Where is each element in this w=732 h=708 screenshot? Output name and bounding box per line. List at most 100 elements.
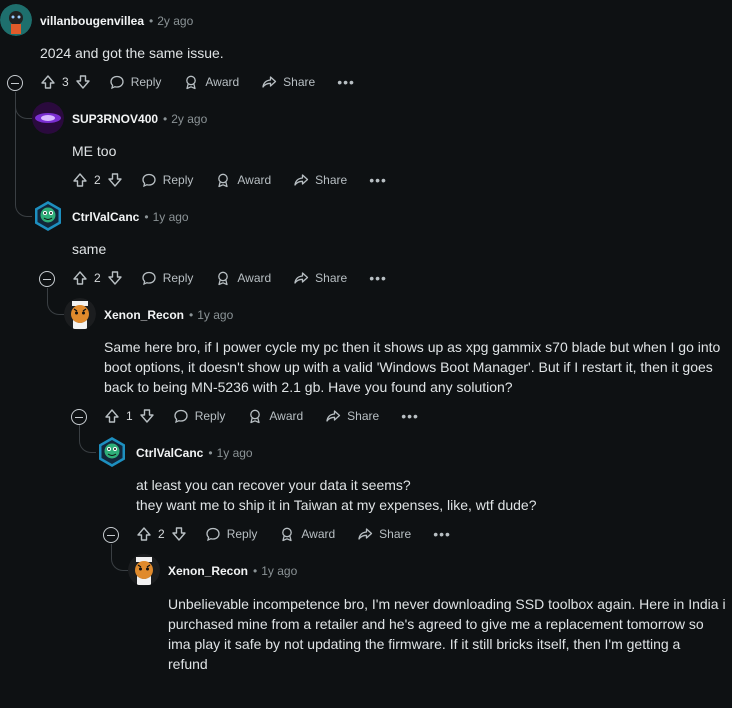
timestamp[interactable]: 2y ago	[157, 14, 193, 28]
reply-button[interactable]: Reply	[141, 270, 194, 286]
award-icon	[183, 74, 199, 90]
collapse-button[interactable]	[71, 409, 87, 425]
avatar[interactable]	[64, 298, 96, 330]
upvote-icon[interactable]	[104, 408, 120, 424]
vote-count: 2	[158, 527, 165, 541]
award-button[interactable]: Award	[215, 172, 271, 188]
vote-group: 3	[40, 74, 91, 90]
reply-button[interactable]: Reply	[141, 172, 194, 188]
timestamp[interactable]: 1y ago	[217, 446, 253, 460]
collapse-button[interactable]	[103, 527, 119, 543]
username[interactable]: CtrlValCanc	[136, 446, 203, 460]
more-options-icon[interactable]: •••	[369, 270, 387, 286]
comment-body: Same here bro, if I power cycle my pc th…	[104, 337, 720, 397]
thread-curve	[15, 190, 32, 217]
comment-line: Unbelievable incompetence bro, I'm never…	[168, 596, 726, 612]
reply-label: Reply	[194, 409, 226, 423]
comment-actions: 2 Reply Award Share •••	[72, 164, 387, 196]
share-icon	[261, 74, 277, 90]
comment-line: same	[72, 241, 107, 257]
share-label: Share	[315, 173, 348, 187]
share-label: Share	[379, 527, 412, 541]
comment-body: 2024 and got the same issue.	[40, 43, 224, 63]
upvote-icon[interactable]	[72, 270, 88, 286]
separator: •	[149, 14, 154, 28]
thread-curve	[79, 424, 96, 453]
comment-line: ima play it safe by not updating the fir…	[168, 636, 681, 652]
collapse-button[interactable]	[7, 75, 23, 91]
reply-label: Reply	[130, 75, 162, 89]
reply-icon	[141, 270, 157, 286]
award-button[interactable]: Award	[215, 270, 271, 286]
username[interactable]: SUP3RNOV400	[72, 112, 158, 126]
comment-line: purchased mine from a retailer and he's …	[168, 616, 704, 632]
reply-icon	[141, 172, 157, 188]
avatar[interactable]	[32, 200, 64, 232]
comment-author-line: CtrlValCanc • 1y ago	[72, 210, 189, 224]
comment-line: 2024 and got the same issue.	[40, 45, 224, 61]
downvote-icon[interactable]	[171, 526, 187, 542]
username[interactable]: Xenon_Recon	[104, 308, 184, 322]
avatar[interactable]	[32, 102, 64, 134]
upvote-icon[interactable]	[72, 172, 88, 188]
more-options-icon[interactable]: •••	[433, 526, 451, 542]
reply-button[interactable]: Reply	[173, 408, 226, 424]
award-button[interactable]: Award	[183, 74, 239, 90]
comment-line: Same here bro, if I power cycle my pc th…	[104, 339, 721, 355]
vote-count: 2	[94, 173, 101, 187]
downvote-icon[interactable]	[107, 172, 123, 188]
reply-label: Reply	[162, 173, 194, 187]
comment-line: at least you can recover your data it se…	[136, 477, 411, 493]
username[interactable]: CtrlValCanc	[72, 210, 139, 224]
username[interactable]: Xenon_Recon	[168, 564, 248, 578]
separator: •	[163, 112, 168, 126]
reply-icon	[205, 526, 221, 542]
timestamp[interactable]: 1y ago	[197, 308, 233, 322]
comment-author-line: Xenon_Recon • 1y ago	[168, 564, 297, 578]
reply-icon	[173, 408, 189, 424]
separator: •	[189, 308, 194, 322]
reply-button[interactable]: Reply	[109, 74, 162, 90]
downvote-icon[interactable]	[107, 270, 123, 286]
comment-line: ME too	[72, 143, 117, 159]
share-label: Share	[347, 409, 380, 423]
collapse-button[interactable]	[39, 271, 55, 287]
reply-label: Reply	[162, 271, 194, 285]
share-button[interactable]: Share	[325, 408, 379, 424]
upvote-icon[interactable]	[40, 74, 56, 90]
more-options-icon[interactable]: •••	[337, 74, 355, 90]
vote-group: 2	[72, 270, 123, 286]
reply-label: Reply	[226, 527, 258, 541]
vote-count: 1	[126, 409, 133, 423]
downvote-icon[interactable]	[75, 74, 91, 90]
thread-curve	[15, 92, 32, 119]
share-button[interactable]: Share	[293, 172, 347, 188]
avatar[interactable]	[0, 4, 32, 36]
timestamp[interactable]: 2y ago	[171, 112, 207, 126]
more-options-icon[interactable]: •••	[401, 408, 419, 424]
share-icon	[325, 408, 341, 424]
award-icon	[279, 526, 295, 542]
reply-button[interactable]: Reply	[205, 526, 258, 542]
comment-author-line: SUP3RNOV400 • 2y ago	[72, 112, 207, 126]
thread-curve	[47, 288, 64, 315]
avatar[interactable]	[96, 436, 128, 468]
award-button[interactable]: Award	[279, 526, 335, 542]
share-icon	[293, 172, 309, 188]
share-button[interactable]: Share	[261, 74, 315, 90]
more-options-icon[interactable]: •••	[369, 172, 387, 188]
timestamp[interactable]: 1y ago	[261, 564, 297, 578]
avatar[interactable]	[128, 554, 160, 586]
award-button[interactable]: Award	[247, 408, 303, 424]
comment-body: Unbelievable incompetence bro, I'm never…	[168, 594, 726, 674]
award-label: Award	[237, 173, 272, 187]
username[interactable]: villanbougenvillea	[40, 14, 144, 28]
downvote-icon[interactable]	[139, 408, 155, 424]
comment-line: back to being MN-5236 with 2.1 gb. Have …	[104, 379, 513, 395]
share-button[interactable]: Share	[293, 270, 347, 286]
upvote-icon[interactable]	[136, 526, 152, 542]
share-button[interactable]: Share	[357, 526, 411, 542]
award-label: Award	[269, 409, 304, 423]
vote-count: 3	[62, 75, 69, 89]
timestamp[interactable]: 1y ago	[153, 210, 189, 224]
